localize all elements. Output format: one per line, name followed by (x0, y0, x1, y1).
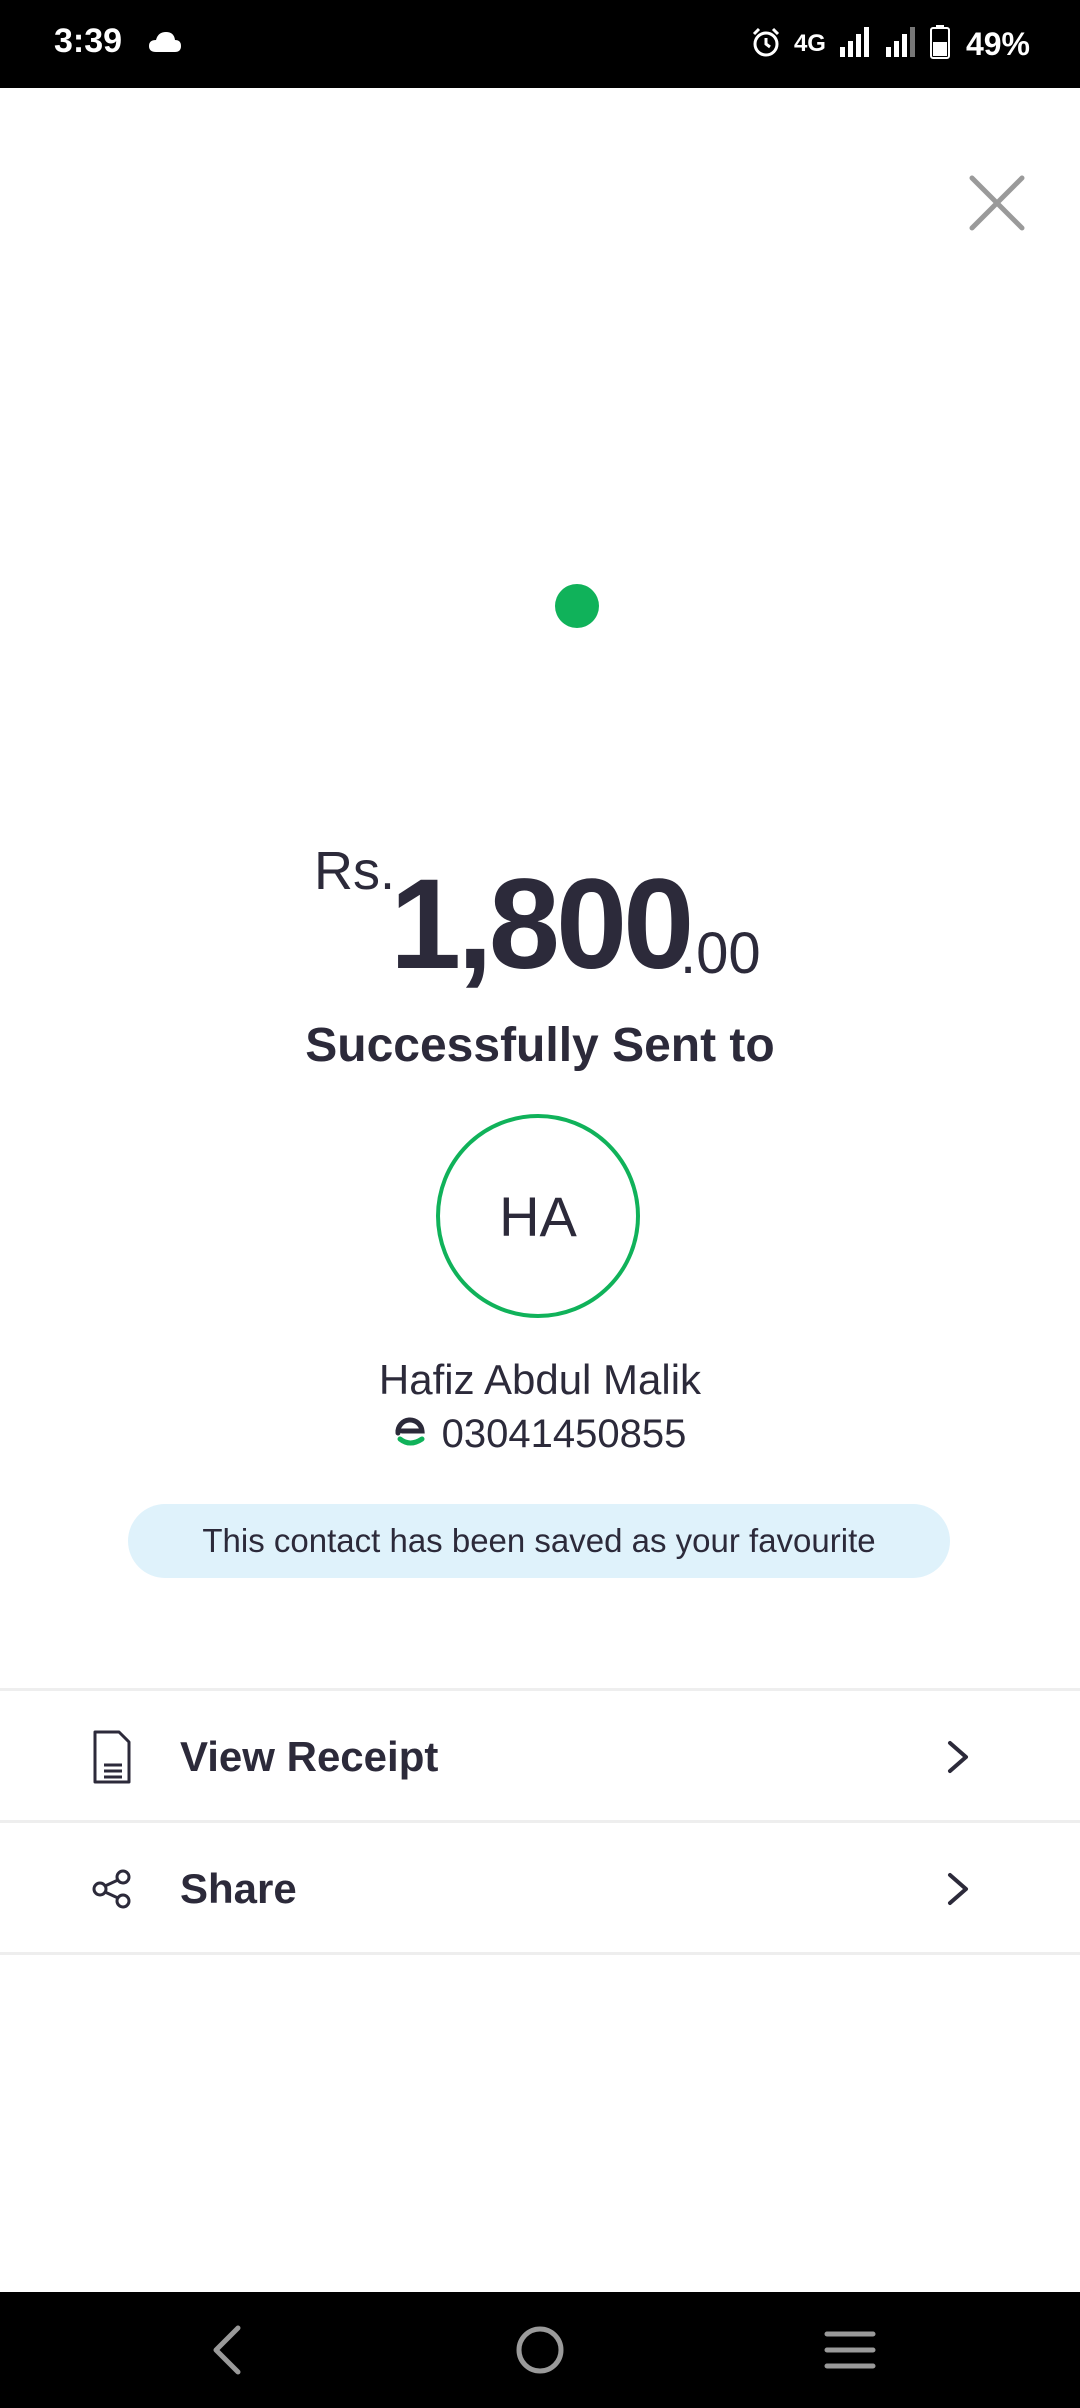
back-button[interactable] (196, 2318, 260, 2382)
signal-icon-2 (884, 26, 918, 62)
amount-decimal: .00 (680, 921, 761, 986)
recipient-name: Hafiz Abdul Malik (378, 1356, 702, 1403)
share-button[interactable]: Share (0, 1824, 1080, 1954)
avatar-initials: HA (499, 1184, 577, 1248)
amount-value: 1,800 (390, 853, 694, 996)
amount-currency: Rs. (314, 841, 395, 901)
cloud-icon (148, 30, 182, 59)
chevron-right-icon (940, 1867, 976, 1911)
status-bar: 3:39 4G 49% (0, 0, 1080, 88)
home-button[interactable] (508, 2318, 572, 2382)
view-receipt-button[interactable]: View Receipt (0, 1692, 1080, 1822)
status-icons: 4G 49% (750, 24, 1030, 64)
easypaisa-logo-icon (394, 1417, 426, 1452)
view-receipt-label: View Receipt (180, 1733, 439, 1780)
share-label: Share (180, 1865, 297, 1912)
share-icon (88, 1859, 136, 1919)
network-type: 4G (793, 30, 826, 57)
receipt-icon (88, 1727, 136, 1787)
status-time: 3:39 (54, 22, 123, 60)
menu-icon (824, 2331, 876, 2369)
recents-button[interactable] (818, 2318, 882, 2382)
favourite-banner: This contact has been saved as your favo… (128, 1504, 950, 1578)
close-icon (969, 175, 1025, 231)
alarm-icon (750, 26, 782, 63)
back-icon (213, 2325, 241, 2375)
divider (0, 1688, 1080, 1691)
home-icon (516, 2326, 564, 2374)
divider (0, 1820, 1080, 1823)
divider (0, 1952, 1080, 1955)
recipient-avatar: HA (436, 1114, 640, 1318)
transfer-status-text: Successfully Sent to (305, 1019, 775, 1072)
battery-percentage: 49% (965, 25, 1030, 62)
recipient-number-row: 03041450855 (0, 1412, 1080, 1457)
navigation-bar (0, 2292, 1080, 2408)
signal-icon (838, 26, 872, 62)
close-button[interactable] (966, 172, 1028, 234)
favourite-banner-text: This contact has been saved as your favo… (202, 1522, 876, 1559)
recipient-number: 03041450855 (441, 1412, 687, 1456)
battery-icon (929, 24, 950, 64)
success-indicator (555, 584, 599, 628)
chevron-right-icon (940, 1735, 976, 1779)
amount-display: Rs. 1,800 .00 (0, 840, 1080, 996)
